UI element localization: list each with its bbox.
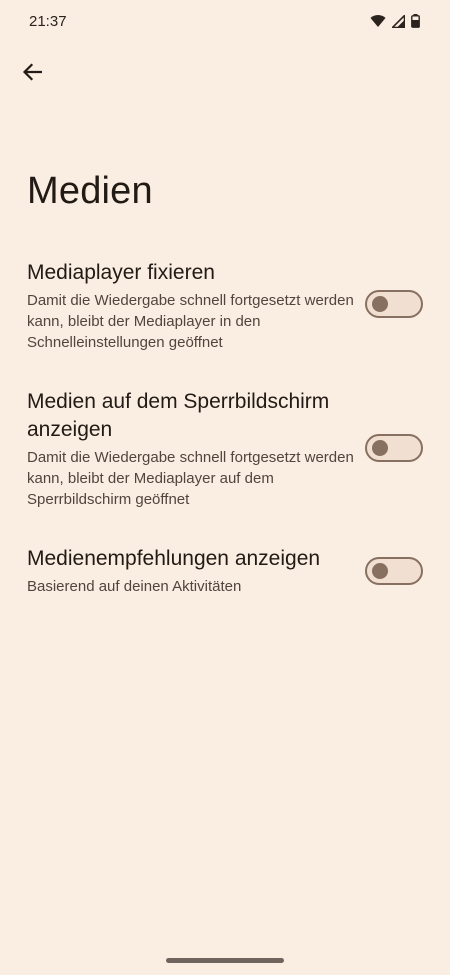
page-title: Medien bbox=[27, 170, 153, 212]
status-bar: 21:37 bbox=[0, 0, 450, 44]
media-recommendations-toggle[interactable] bbox=[365, 557, 423, 585]
setting-pin-mediaplayer[interactable]: Mediaplayer fixieren Damit die Wiedergab… bbox=[27, 259, 423, 353]
toggle-thumb bbox=[372, 296, 388, 312]
setting-description: Damit die Wiedergabe schnell fortgesetzt… bbox=[27, 292, 354, 351]
setting-description: Basierend auf deinen Aktivitäten bbox=[27, 578, 242, 595]
wifi-icon bbox=[370, 14, 386, 33]
arrow-left-icon bbox=[22, 62, 43, 86]
signal-icon bbox=[390, 13, 406, 33]
back-button[interactable] bbox=[14, 56, 50, 92]
battery-icon bbox=[411, 14, 420, 33]
status-time: 21:37 bbox=[29, 13, 67, 30]
gesture-navigation-bar[interactable] bbox=[166, 958, 284, 963]
pin-mediaplayer-toggle[interactable] bbox=[365, 290, 423, 318]
lockscreen-media-toggle[interactable] bbox=[365, 434, 423, 462]
setting-description: Damit die Wiedergabe schnell fortgesetzt… bbox=[27, 449, 354, 508]
setting-media-recommendations[interactable]: Medienempfehlungen anzeigen Basierend au… bbox=[27, 545, 423, 597]
setting-lockscreen-media[interactable]: Medien auf dem Sperrbildschirm anzeigen … bbox=[27, 388, 423, 510]
status-icons bbox=[370, 13, 420, 33]
setting-title: Mediaplayer fixieren bbox=[27, 261, 215, 284]
setting-title: Medienempfehlungen anzeigen bbox=[27, 547, 321, 570]
setting-title: Medien auf dem Sperrbildschirm anzeigen bbox=[27, 390, 330, 441]
toggle-thumb bbox=[372, 440, 388, 456]
toggle-thumb bbox=[372, 563, 388, 579]
